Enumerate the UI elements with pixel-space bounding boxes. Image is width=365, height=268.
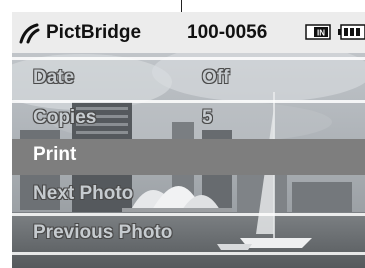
top-pointer-line — [181, 0, 182, 12]
menu-item-label: Previous Photo — [33, 222, 173, 243]
menu-item-label: Next Photo — [33, 183, 134, 204]
menu-item-value: 5 — [202, 107, 213, 128]
menu-item-print[interactable]: Print — [12, 139, 365, 175]
row-separator — [12, 57, 365, 60]
app-title: PictBridge — [46, 22, 142, 43]
title-group: PictBridge — [18, 20, 141, 46]
battery-icon — [338, 24, 365, 40]
menu-item-label: Print — [33, 144, 77, 165]
row-separator — [12, 252, 365, 255]
memory-card-icon: IN — [305, 24, 331, 40]
menu-item-copies[interactable]: Copies 5 — [12, 102, 365, 138]
header-bar: PictBridge 100-0056 IN — [12, 12, 365, 53]
menu-item-next-photo[interactable]: Next Photo — [12, 178, 365, 214]
folder-file-number: 100-0056 — [187, 22, 268, 43]
menu-item-value: Off — [202, 67, 230, 88]
menu-item-date[interactable]: Date Off — [12, 62, 365, 98]
menu-item-label: Date — [33, 67, 75, 88]
camera-lcd-screen: PictBridge 100-0056 IN Date Off Copies 5… — [12, 12, 365, 268]
row-separator — [12, 213, 365, 216]
menu-item-previous-photo[interactable]: Previous Photo — [12, 217, 365, 253]
pictbridge-icon — [19, 23, 40, 44]
card-badge: IN — [317, 29, 325, 38]
menu-item-label: Copies — [33, 107, 97, 128]
